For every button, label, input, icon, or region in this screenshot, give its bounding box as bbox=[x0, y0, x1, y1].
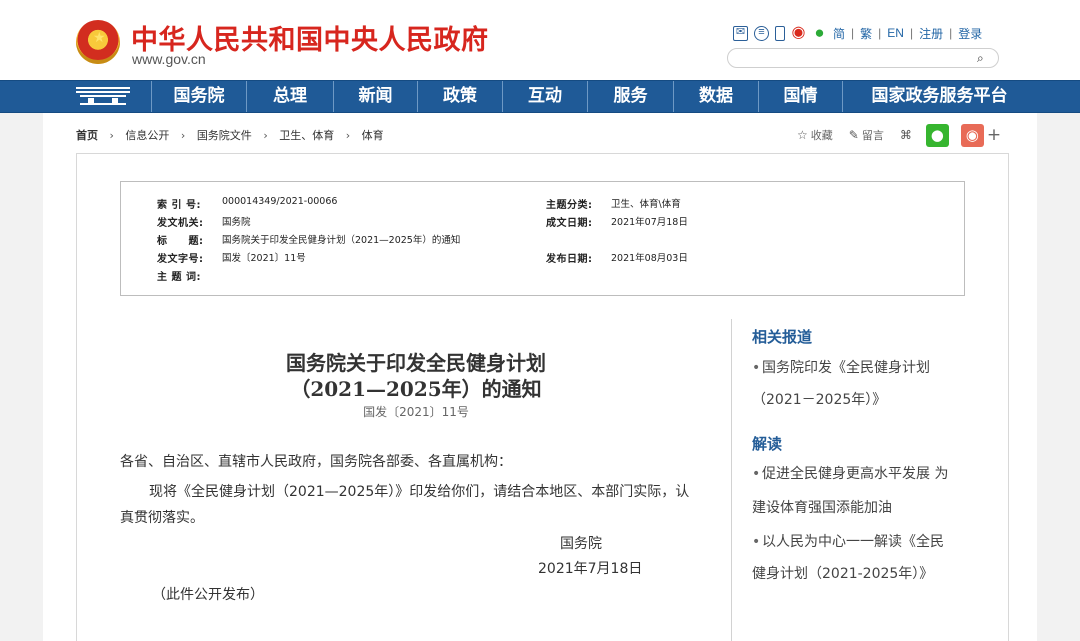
article-title-line-1: 国务院关于印发全民健身计划 bbox=[286, 351, 546, 375]
nav-item-policy[interactable]: 政策 bbox=[417, 81, 502, 112]
nav-item-news[interactable]: 新闻 bbox=[333, 81, 417, 112]
favorite-button[interactable]: ☆ 收藏 bbox=[797, 127, 833, 143]
document-metadata: 索 引 号: 000014349/2021-00066 发文机关: 国务院 标 … bbox=[120, 181, 965, 296]
related-sidebar: 相关报道 • 国务院印发《全民健身计划 （2021－2025年）》 解读 • 促进全… bbox=[731, 319, 1010, 641]
mobile-icon[interactable] bbox=[775, 25, 785, 41]
separator: | bbox=[851, 26, 855, 40]
header-tools: ✉ ≡ ◉ ● 简 | 繁 | EN | 注册 | 登录 bbox=[733, 22, 982, 44]
main-content: 首页 › 信息公开 › 国务院文件 › 卫生、体育 › 体育 ☆ 收藏 ✎ 留言 ⌘… bbox=[43, 113, 1037, 641]
search-icon[interactable]: ⌕ bbox=[977, 52, 989, 64]
metadata-title-row: 标 题: 国务院关于印发全民健身计划（2021—2025年）的通知 bbox=[157, 232, 547, 248]
metadata-category-row: 主题分类: 卫生、体育\体育 bbox=[546, 196, 866, 212]
search-box[interactable]: ⌕ bbox=[727, 48, 999, 68]
weibo-share-icon[interactable]: ◉ bbox=[960, 123, 984, 147]
favorite-label: 收藏 bbox=[810, 129, 833, 142]
site-header: ★ 中华人民共和国中央人民政府 www.gov.cn ✉ ≡ ◉ ● 简 | 繁… bbox=[0, 0, 1080, 80]
nav-item-government-service-platform[interactable]: 国家政务服务平台 bbox=[842, 81, 1036, 112]
metadata-value: 000014349/2021-00066 bbox=[222, 196, 338, 207]
mail-icon[interactable]: ✉ bbox=[733, 25, 748, 41]
wechat-share-icon[interactable]: ● bbox=[925, 123, 949, 147]
separator: | bbox=[949, 26, 953, 40]
breadcrumb-health-sports[interactable]: 卫生、体育 bbox=[279, 129, 334, 142]
traditional-chinese-link[interactable]: 繁 bbox=[860, 25, 872, 42]
metadata-label: 索 引 号: bbox=[157, 200, 201, 211]
nav-item-premier[interactable]: 总理 bbox=[246, 81, 333, 112]
register-link[interactable]: 注册 bbox=[919, 25, 943, 42]
metadata-issuer-row: 发文机关: 国务院 bbox=[157, 214, 517, 230]
nav-item-state-council[interactable]: 国务院 bbox=[151, 81, 246, 112]
wechat-icon[interactable]: ● bbox=[812, 24, 827, 41]
site-url[interactable]: www.gov.cn bbox=[132, 51, 206, 67]
article-body: 国务院关于印发全民健身计划 （2021—2025年）的通知 国发〔2021〕11… bbox=[120, 319, 712, 641]
metadata-value: 国发〔2021〕11号 bbox=[222, 253, 306, 264]
star-icon: ☆ bbox=[797, 128, 808, 142]
comment-label: 留言 bbox=[861, 129, 884, 142]
metadata-doc-number-row: 发文字号: 国发〔2021〕11号 bbox=[157, 250, 517, 266]
article-actions: ☆ 收藏 ✎ 留言 ⌘ ● ◉ + bbox=[797, 123, 1001, 147]
metadata-value: 2021年07月18日 bbox=[611, 217, 688, 228]
metadata-label: 主题分类: bbox=[546, 200, 593, 211]
chevron-right-icon: › bbox=[180, 129, 186, 142]
related-link-1-line-1[interactable]: • 国务院印发《全民健身计划 bbox=[752, 352, 930, 385]
page: ★ 中华人民共和国中央人民政府 www.gov.cn ✉ ≡ ◉ ● 简 | 繁… bbox=[0, 0, 1080, 641]
nav-item-data[interactable]: 数据 bbox=[673, 81, 758, 112]
breadcrumb-home[interactable]: 首页 bbox=[76, 129, 98, 142]
share-icon[interactable]: ⌘ bbox=[900, 128, 912, 142]
edit-icon: ✎ bbox=[848, 128, 859, 142]
home-building-icon[interactable] bbox=[76, 87, 130, 107]
issue-date: 2021年7月18日 bbox=[538, 561, 643, 577]
metadata-published-date-row: 发布日期: 2021年08月03日 bbox=[546, 250, 866, 266]
metadata-label: 发文字号: bbox=[157, 254, 204, 265]
metadata-label: 发文机关: bbox=[157, 218, 204, 229]
national-emblem-icon: ★ bbox=[76, 20, 120, 64]
related-reports-heading: 相关报道 bbox=[752, 328, 813, 346]
chevron-right-icon: › bbox=[263, 129, 268, 142]
body-text-line-2: 真贯彻落实。 bbox=[120, 510, 204, 526]
metadata-value: 国务院关于印发全民健身计划（2021—2025年）的通知 bbox=[222, 235, 461, 246]
metadata-label: 发布日期: bbox=[546, 254, 593, 265]
more-share-icon[interactable]: + bbox=[987, 125, 1001, 145]
metadata-label: 成文日期: bbox=[546, 218, 593, 229]
breadcrumb-state-council-documents[interactable]: 国务院文件 bbox=[197, 129, 252, 142]
metadata-label: 主 题 词: bbox=[157, 272, 201, 283]
metadata-value: 卫生、体育\体育 bbox=[611, 199, 681, 210]
metadata-index-row: 索 引 号: 000014349/2021-00066 bbox=[157, 196, 517, 212]
breadcrumb-sports[interactable]: 体育 bbox=[362, 129, 384, 142]
interpretation-link-2-line-2[interactable]: 健身计划（2021-2025年）》 bbox=[752, 558, 933, 591]
metadata-label: 标 题: bbox=[157, 236, 204, 247]
interpretation-link-1-line-1[interactable]: • 促进全民健身更高水平发展 为 bbox=[752, 458, 948, 491]
interpretation-link-1-line-2[interactable]: 建设体育强国添能加油 bbox=[752, 492, 892, 525]
search-input[interactable] bbox=[738, 51, 968, 65]
signature: 国务院 bbox=[560, 536, 602, 552]
interpretation-heading: 解读 bbox=[752, 435, 783, 453]
body-text-line-1: 现将《全民健身计划（2021—2025年）》印发给你们，请结合本地区、本部门实际… bbox=[149, 484, 690, 500]
recipient-line: 各省、自治区、直辖市人民政府，国务院各部委、各直属机构： bbox=[120, 454, 512, 470]
related-link-1-line-2[interactable]: （2021－2025年）》 bbox=[752, 384, 886, 417]
document-number: 国发〔2021〕11号 bbox=[363, 405, 469, 419]
login-link[interactable]: 登录 bbox=[958, 25, 982, 42]
publication-note: （此件公开发布） bbox=[152, 587, 264, 603]
rss-icon[interactable]: ≡ bbox=[754, 25, 769, 41]
article-title-line-2: （2021—2025年）的通知 bbox=[290, 377, 542, 401]
interpretation-link-2-line-1[interactable]: • 以人民为中心一一解读《全民 bbox=[752, 526, 944, 559]
chevron-right-icon: › bbox=[345, 129, 351, 142]
main-navigation: 国务院 总理 新闻 政策 互动 服务 数据 国情 国家政务服务平台 bbox=[0, 80, 1080, 113]
breadcrumb: 首页 › 信息公开 › 国务院文件 › 卫生、体育 › 体育 bbox=[76, 127, 384, 143]
metadata-value: 国务院 bbox=[222, 217, 251, 228]
nav-item-national-conditions[interactable]: 国情 bbox=[758, 81, 842, 112]
comment-button[interactable]: ✎ 留言 bbox=[849, 127, 884, 143]
chevron-right-icon: › bbox=[109, 129, 114, 142]
separator: | bbox=[878, 26, 882, 40]
nav-item-services[interactable]: 服务 bbox=[587, 81, 673, 112]
metadata-written-date-row: 成文日期: 2021年07月18日 bbox=[546, 214, 866, 230]
metadata-subject-row: 主 题 词: bbox=[157, 268, 517, 284]
english-link[interactable]: EN bbox=[887, 26, 904, 40]
metadata-value: 2021年08月03日 bbox=[611, 253, 688, 264]
weibo-icon[interactable]: ◉ bbox=[791, 24, 806, 41]
separator: | bbox=[909, 26, 914, 40]
nav-item-interaction[interactable]: 互动 bbox=[502, 81, 587, 112]
breadcrumb-information-disclosure[interactable]: 信息公开 bbox=[125, 129, 169, 142]
simplified-chinese-link[interactable]: 简 bbox=[833, 25, 845, 42]
